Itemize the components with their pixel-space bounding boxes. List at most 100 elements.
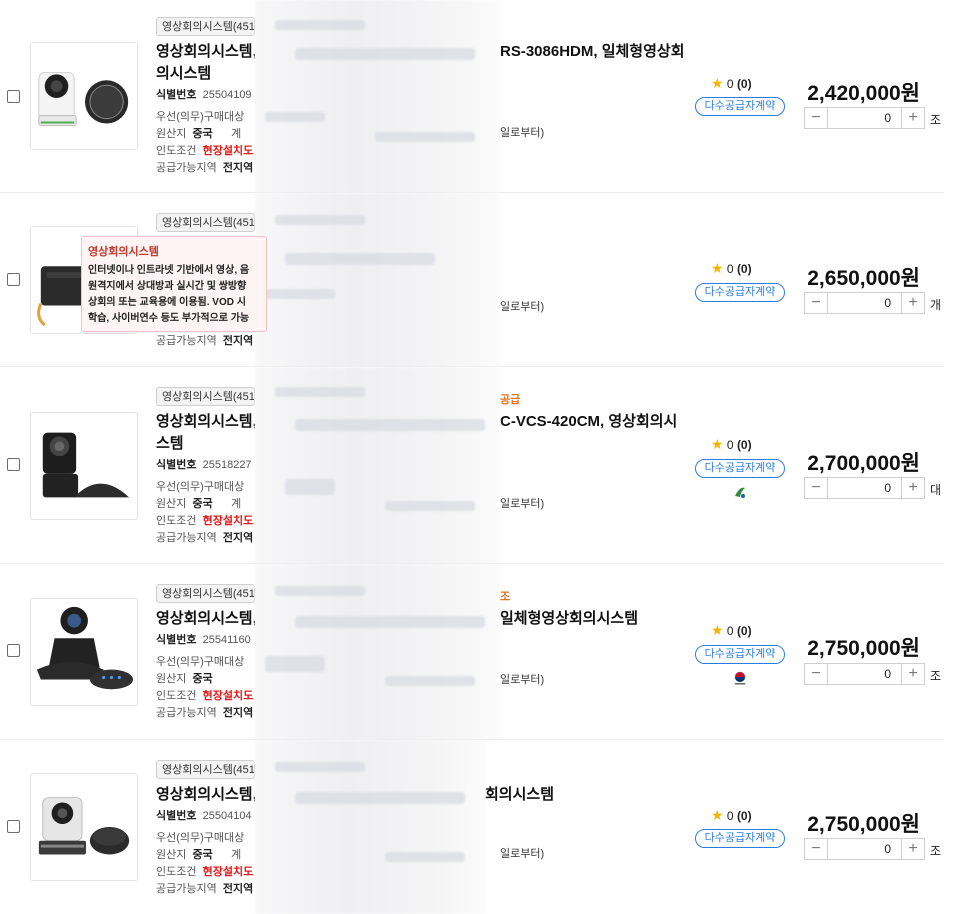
delivery: 인도조건 현장설치도	[156, 515, 254, 527]
supply-tag: 조	[500, 591, 511, 603]
product-row-4: 영상회의시스템(451 영상회의시스템, 일체형영상회의시스템 식별번호 255…	[0, 564, 944, 740]
select-checkbox[interactable]	[7, 458, 20, 471]
government-emblem-icon	[734, 671, 746, 685]
preferred-purchase: 우선(의무)구매대상	[156, 656, 245, 668]
product-title-right[interactable]: C-VCS-420CM, 영상회의시	[500, 411, 677, 433]
unit-label: 조	[930, 669, 942, 683]
product-image[interactable]	[30, 598, 138, 706]
select-checkbox[interactable]	[7, 644, 20, 657]
id-number: 식별번호 25518227	[156, 459, 252, 471]
product-image[interactable]	[30, 412, 138, 520]
region: 공급가능지역 전지역	[156, 335, 254, 347]
quantity-input[interactable]: 0	[828, 108, 901, 128]
contract-badge[interactable]: 다수공급자계약	[695, 829, 785, 848]
tooltip-line: 원격지에서 상대방과 실시간 및 쌍방향	[88, 281, 247, 292]
region: 공급가능지역 전지역	[156, 707, 254, 719]
certification-mark-icon	[735, 487, 745, 498]
star-icon: ★	[711, 622, 724, 638]
product-title[interactable]: 영상회의시스템,	[156, 608, 255, 630]
tooltip-line: 상회의 또는 교육용에 이용됨. VOD 시	[88, 297, 246, 308]
unit-label: 개	[930, 298, 942, 312]
quantity-input[interactable]: 0	[828, 664, 901, 684]
star-icon: ★	[711, 260, 724, 276]
quantity-input[interactable]: 0	[828, 839, 901, 859]
category-tag: 영상회의시스템(451	[156, 584, 255, 603]
redacted-area	[255, 564, 500, 740]
preferred-purchase: 우선(의무)구매대상	[156, 481, 245, 493]
rating[interactable]: ★ 0 (0)	[711, 260, 752, 277]
tooltip-title: 영상회의시스템	[88, 246, 159, 258]
quantity-stepper[interactable]: − 0 +	[804, 292, 925, 314]
product-title[interactable]: 영상회의시스템,	[156, 411, 255, 433]
rating[interactable]: ★ 0 (0)	[711, 807, 752, 824]
quantity-stepper[interactable]: − 0 +	[804, 477, 925, 499]
product-title-line2[interactable]: 스템	[156, 433, 255, 455]
decrease-button[interactable]: −	[805, 839, 828, 859]
increase-button[interactable]: +	[901, 293, 924, 313]
delivery-period: 일로부터)	[500, 848, 545, 860]
increase-button[interactable]: +	[901, 108, 924, 128]
star-icon: ★	[711, 807, 724, 823]
delivery: 인도조건 현장설치도	[156, 866, 254, 878]
unit-label: 조	[930, 844, 942, 858]
category-tag: 영상회의시스템(451	[156, 760, 255, 779]
region: 공급가능지역 전지역	[156, 162, 254, 174]
contract-badge[interactable]: 다수공급자계약	[695, 459, 785, 478]
unit-label: 대	[930, 483, 942, 497]
star-icon: ★	[711, 436, 724, 452]
product-title[interactable]: 영상회의시스템,	[156, 41, 255, 63]
quantity-stepper[interactable]: − 0 +	[804, 838, 925, 860]
delivery-period: 일로부터)	[500, 127, 545, 139]
select-checkbox[interactable]	[7, 90, 20, 103]
delivery: 인도조건 현장설치도	[156, 145, 254, 157]
decrease-button[interactable]: −	[805, 478, 828, 498]
price: 2,750,000원	[807, 637, 920, 660]
increase-button[interactable]: +	[901, 478, 924, 498]
tooltip-line: 인터넷이나 인트라넷 기반에서 영상, 음	[88, 265, 250, 276]
select-checkbox[interactable]	[7, 273, 20, 286]
price: 2,750,000원	[807, 813, 920, 836]
unit-label: 조	[930, 113, 942, 127]
product-image[interactable]	[30, 42, 138, 150]
preferred-purchase: 우선(의무)구매대상	[156, 111, 245, 123]
product-title-line2[interactable]: 의시스템	[156, 63, 255, 85]
delivery: 인도조건 현장설치도	[156, 690, 254, 702]
select-checkbox[interactable]	[7, 820, 20, 833]
product-image[interactable]	[30, 773, 138, 881]
rating[interactable]: ★ 0 (0)	[711, 622, 752, 639]
preferred-purchase: 우선(의무)구매대상	[156, 832, 245, 844]
origin: 원산지 중국	[156, 673, 213, 685]
id-number: 식별번호 25504109	[156, 89, 252, 101]
product-title[interactable]: 영상회의시스템,	[156, 784, 255, 806]
product-title-right[interactable]: 일체형영상회의시스템	[500, 608, 638, 630]
delivery-period: 일로부터)	[500, 674, 545, 686]
decrease-button[interactable]: −	[805, 108, 828, 128]
product-row-5: 영상회의시스템(451 영상회의시스템, 회의시스템 식별번호 25504104…	[0, 740, 944, 914]
product-row-1: 영상회의시스템(451 영상회의시스템, RS-3086HDM, 일체형영상회 …	[0, 0, 944, 193]
quantity-stepper[interactable]: − 0 +	[804, 107, 925, 129]
origin: 원산지 중국 계	[156, 128, 242, 140]
origin: 원산지 중국 계	[156, 498, 242, 510]
redacted-area	[255, 193, 500, 367]
id-number: 식별번호 25504104	[156, 810, 252, 822]
contract-badge[interactable]: 다수공급자계약	[695, 97, 785, 116]
product-title-right[interactable]: 회의시스템	[485, 784, 554, 806]
decrease-button[interactable]: −	[805, 664, 828, 684]
quantity-stepper[interactable]: − 0 +	[804, 663, 925, 685]
decrease-button[interactable]: −	[805, 293, 828, 313]
id-number: 식별번호 25541160	[156, 634, 251, 646]
category-tag: 영상회의시스템(451	[156, 17, 255, 36]
rating[interactable]: ★ 0 (0)	[711, 436, 752, 453]
contract-badge[interactable]: 다수공급자계약	[695, 283, 785, 302]
redacted-area	[255, 367, 500, 564]
category-tag: 영상회의시스템(451	[156, 213, 255, 232]
increase-button[interactable]: +	[901, 664, 924, 684]
quantity-input[interactable]: 0	[828, 478, 901, 498]
product-title-right[interactable]: RS-3086HDM, 일체형영상회	[500, 41, 685, 63]
increase-button[interactable]: +	[901, 839, 924, 859]
contract-badge[interactable]: 다수공급자계약	[695, 645, 785, 664]
star-icon: ★	[711, 75, 724, 91]
product-row-3: 영상회의시스템(451 영상회의시스템, C-VCS-420CM, 영상회의시 …	[0, 367, 944, 564]
quantity-input[interactable]: 0	[828, 293, 901, 313]
rating[interactable]: ★ 0 (0)	[711, 75, 752, 92]
